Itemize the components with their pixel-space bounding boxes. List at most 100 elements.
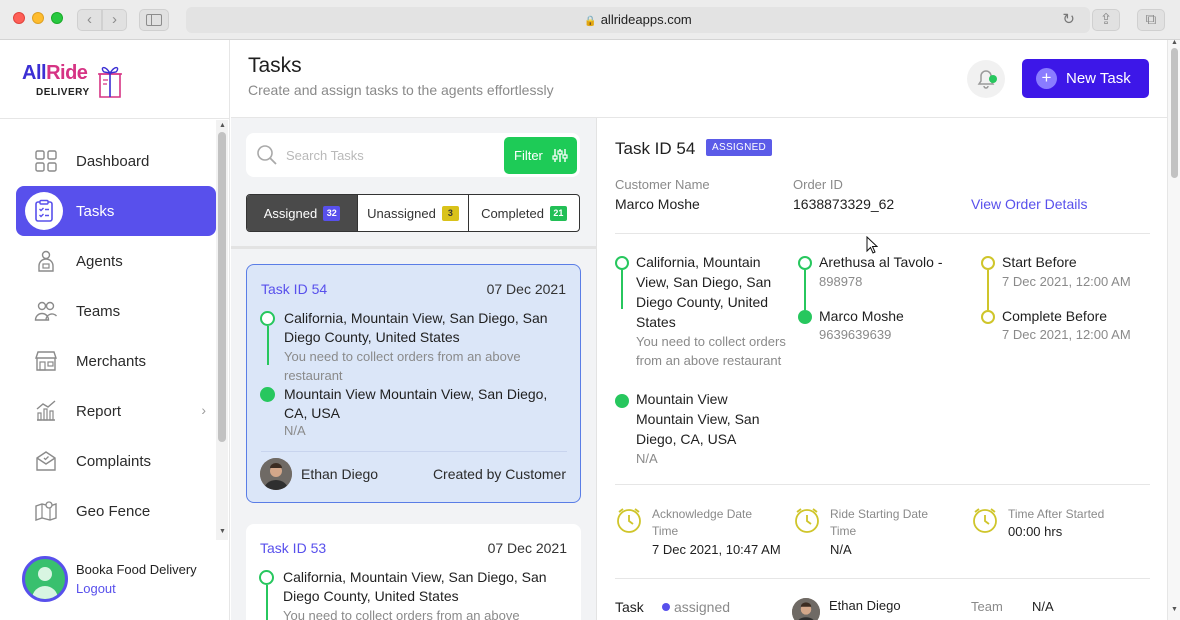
- logo-text-ride: Ride: [46, 62, 88, 84]
- scroll-up-arrow-icon[interactable]: ▲: [219, 122, 226, 129]
- tab-completed[interactable]: Completed 21: [469, 195, 579, 231]
- tab-label: Unassigned: [367, 205, 436, 221]
- task-detail-panel: Task ID 54 ASSIGNED Customer Name Marco …: [598, 118, 1167, 620]
- route-line: [267, 326, 269, 365]
- notifications-button[interactable]: [967, 60, 1005, 98]
- route-line: [266, 585, 268, 620]
- sidebar-item-tasks[interactable]: Tasks: [16, 186, 216, 236]
- tab-label: Assigned: [263, 205, 318, 221]
- window-minimize-button[interactable]: [32, 12, 44, 24]
- window-close-button[interactable]: [13, 12, 25, 24]
- lock-icon: 🔒: [584, 16, 597, 27]
- sidebar-item-dashboard[interactable]: Dashboard: [16, 136, 216, 186]
- tab-label: Completed: [481, 205, 544, 221]
- task-card-selected[interactable]: Task ID 54 07 Dec 2021 California, Mount…: [246, 264, 581, 503]
- drop-note: N/A: [284, 423, 306, 438]
- bell-icon: [977, 70, 995, 89]
- drop-contact-marker-icon: [798, 310, 812, 324]
- clock-icon: [617, 508, 641, 533]
- team-label: Team: [971, 599, 1003, 614]
- sidebar-item-label: Tasks: [76, 202, 115, 220]
- team-value: N/A: [1032, 599, 1054, 614]
- pickup-address: California, Mountain View, San Diego, Sa…: [284, 310, 548, 345]
- clock-icon: [795, 508, 819, 533]
- sidebar-toggle-button[interactable]: [139, 9, 169, 31]
- brand-logo[interactable]: AllRide DELIVERY: [22, 62, 132, 106]
- user-name: Booka Food Delivery: [76, 562, 197, 577]
- pickup-marker-icon: [615, 256, 629, 270]
- task-date: 07 Dec 2021: [486, 281, 566, 297]
- sidebar-item-agents[interactable]: Agents: [16, 236, 216, 286]
- share-button[interactable]: ⇪: [1092, 9, 1120, 31]
- agent-avatar: [792, 598, 820, 620]
- sidebar-item-label: Agents: [76, 252, 123, 270]
- url-text: allrideapps.com: [600, 12, 692, 27]
- clock-small-icon: [981, 310, 995, 324]
- order-id: 1638873329_62: [793, 196, 895, 212]
- list-divider: [231, 246, 597, 249]
- tabs-overview-button[interactable]: ⧉: [1137, 9, 1165, 31]
- tasks-icon: [35, 199, 53, 222]
- tab-unassigned[interactable]: Unassigned 3: [358, 195, 469, 231]
- search-input[interactable]: [286, 145, 486, 165]
- drop-contact-phone: 9639639639: [819, 327, 892, 342]
- task-status: assigned: [674, 599, 731, 615]
- page-scrollbar-thumb[interactable]: [1171, 48, 1178, 178]
- sidebar-item-geo-fence[interactable]: Geo Fence: [16, 486, 216, 536]
- clock-icon: [973, 508, 997, 533]
- logout-link[interactable]: Logout: [76, 581, 116, 596]
- drop-contact-name: Marco Moshe: [819, 308, 904, 324]
- complaints-icon: [36, 451, 56, 471]
- logo-tagline: DELIVERY: [36, 87, 90, 98]
- complete-before-label: Complete Before: [1002, 308, 1108, 324]
- task-card[interactable]: Task ID 53 07 Dec 2021 California, Mount…: [246, 524, 581, 620]
- count-badge: 3: [441, 205, 459, 221]
- mouse-cursor-icon: [866, 236, 878, 254]
- reload-icon[interactable]: ↻: [1062, 7, 1075, 33]
- drop-address: Mountain View Mountain View, San Diego, …: [284, 386, 548, 421]
- deadline-line: [987, 270, 989, 310]
- avatar[interactable]: [22, 556, 68, 602]
- scroll-down-arrow-icon[interactable]: ▼: [219, 528, 226, 535]
- sidebar-item-merchants[interactable]: Merchants: [16, 336, 216, 386]
- status-dot-icon: [662, 603, 670, 611]
- page-scrollbar[interactable]: ▲ ▼: [1167, 39, 1180, 620]
- search-icon: [257, 145, 277, 165]
- back-button[interactable]: ‹: [77, 9, 102, 31]
- page-header: Tasks Create and assign tasks to the age…: [231, 40, 1167, 118]
- time-after-value: 00:00 hrs: [1008, 524, 1063, 539]
- pickup-contact-marker-icon: [798, 256, 812, 270]
- forward-button[interactable]: ›: [102, 9, 127, 31]
- user-profile: Booka Food Delivery Logout: [22, 554, 222, 604]
- window-zoom-button[interactable]: [51, 12, 63, 24]
- address-bar[interactable]: 🔒 allrideapps.com ↻: [186, 7, 1090, 33]
- pickup-marker-icon: [259, 570, 274, 585]
- agent-avatar: [260, 458, 292, 490]
- sidebar-item-report[interactable]: Report ›: [16, 386, 216, 436]
- sidebar-item-label: Complaints: [76, 452, 152, 470]
- sidebar-scrollbar-thumb[interactable]: [218, 132, 226, 442]
- page-subtitle: Create and assign tasks to the agents ef…: [248, 82, 554, 98]
- view-order-details-link[interactable]: View Order Details: [971, 196, 1087, 212]
- new-task-button[interactable]: + New Task: [1022, 59, 1149, 98]
- user-avatar-icon: [32, 567, 58, 599]
- notification-indicator: [989, 75, 997, 83]
- task-label: Task: [615, 599, 644, 615]
- complete-before-value: 7 Dec 2021, 12:00 AM: [1002, 327, 1131, 342]
- acknowledge-label: Acknowledge Date Time: [652, 507, 753, 538]
- detail-pickup-address: California, Mountain View, San Diego, Sa…: [636, 254, 772, 330]
- drop-marker-icon: [260, 387, 275, 402]
- search-box: Filter: [246, 133, 580, 177]
- tab-assigned[interactable]: Assigned 32: [247, 195, 358, 231]
- sidebar-item-label: Geo Fence: [76, 502, 151, 520]
- customer-name-label: Customer Name: [615, 177, 710, 192]
- sidebar-icon: [146, 14, 162, 26]
- sidebar-item-complaints[interactable]: Complaints: [16, 436, 216, 486]
- sidebar-item-teams[interactable]: Teams: [16, 286, 216, 336]
- new-task-label: New Task: [1066, 70, 1131, 87]
- filter-sliders-icon: [552, 149, 568, 162]
- detail-divider: [615, 578, 1150, 579]
- filter-button[interactable]: Filter: [504, 137, 577, 174]
- scroll-down-arrow-icon[interactable]: ▼: [1171, 606, 1178, 613]
- scroll-up-arrow-icon[interactable]: ▲: [1171, 39, 1178, 46]
